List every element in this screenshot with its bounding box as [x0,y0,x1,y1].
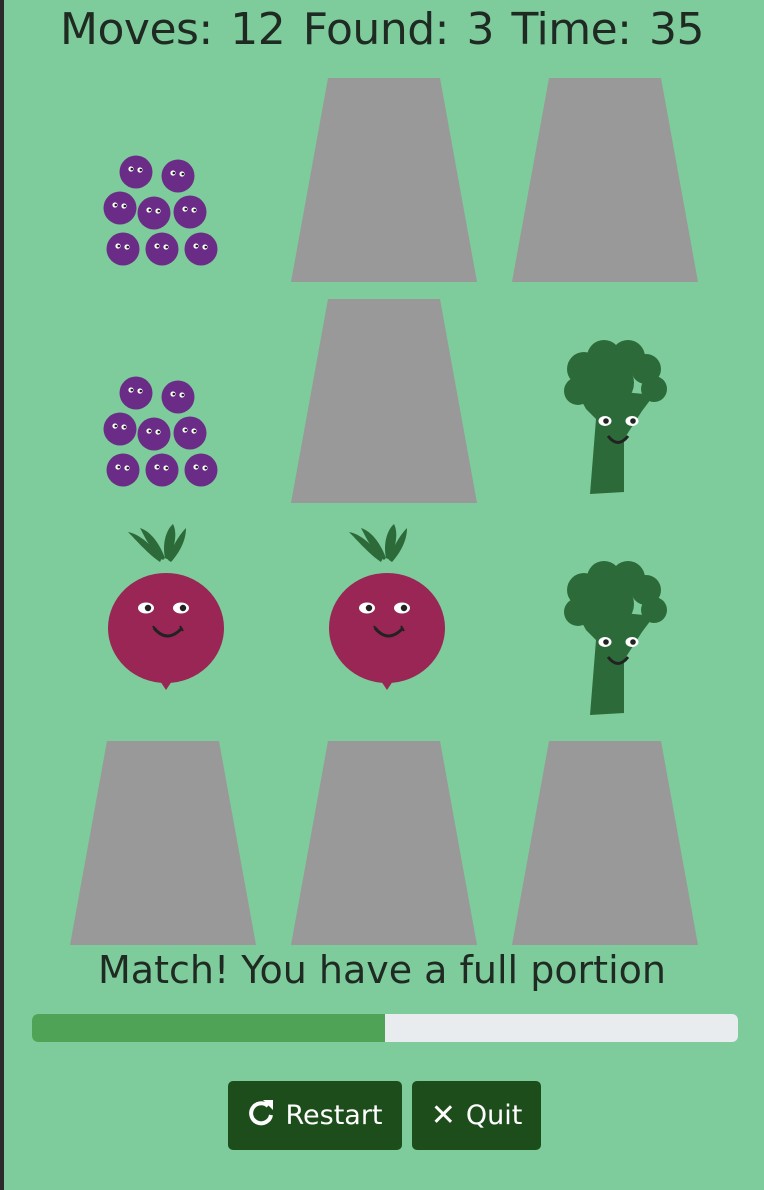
time-count: 35 [648,4,705,55]
moves-label: Moves: [60,4,213,55]
card-back[interactable] [291,741,477,945]
card-back[interactable] [70,741,256,945]
status-message: Match! You have a full portion [98,948,666,992]
progress-fill [32,1014,385,1042]
beetroot-icon [329,524,445,690]
found-label: Found: [302,4,450,55]
stats-bar: Moves: 12 Found: 3 Time: 35 [0,4,764,55]
broccoli-icon [564,561,667,715]
card-back[interactable] [291,78,477,282]
card-back[interactable] [512,78,698,282]
card-broccoli [512,520,698,724]
card-blueberries [70,78,256,282]
restart-button[interactable]: Restart [228,1081,402,1150]
restart-label: Restart [285,1100,383,1131]
beetroot-icon [108,524,224,690]
window-edge [0,0,4,1190]
card-beetroot [70,520,256,724]
card-back[interactable] [291,299,477,503]
moves-count: 12 [230,4,286,55]
card-beetroot [291,520,477,724]
quit-button[interactable]: ✕ Quit [412,1081,541,1150]
blueberries-icon [103,155,218,266]
redo-icon [247,1097,275,1135]
close-icon: ✕ [430,1098,456,1133]
broccoli-icon [564,340,667,494]
blueberries-icon [103,376,218,487]
time-label: Time: [511,4,632,55]
card-blueberries [70,299,256,503]
card-back[interactable] [512,741,698,945]
quit-label: Quit [465,1100,523,1131]
card-broccoli [512,299,698,503]
found-count: 3 [466,4,494,55]
portion-progress-bar [32,1014,738,1042]
